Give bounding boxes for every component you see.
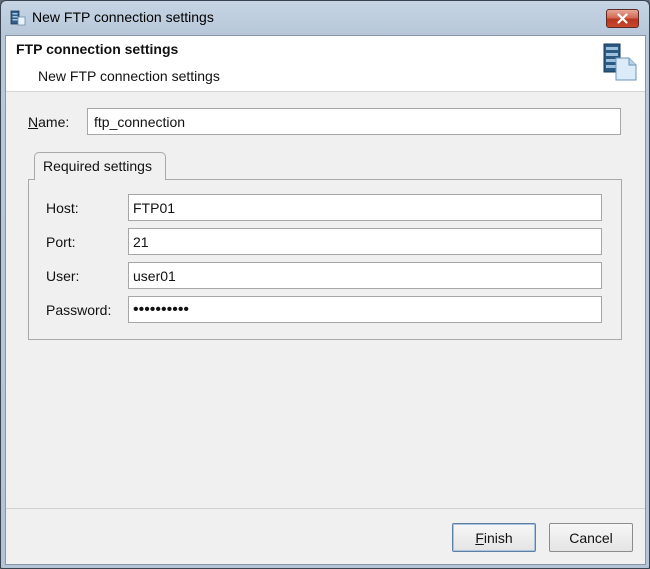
host-label: Host: (46, 200, 79, 216)
footer-divider (6, 508, 645, 509)
server-document-icon (603, 43, 637, 81)
port-input[interactable] (128, 228, 602, 255)
name-label-mnemonic: N (28, 114, 39, 130)
finish-mnemonic: F (475, 529, 484, 546)
name-label: Name: (28, 114, 69, 130)
required-settings-panel: Host: Port: User: Password: (28, 179, 622, 340)
user-label: User: (46, 268, 80, 284)
window-title: New FTP connection settings (32, 9, 214, 25)
app-icon (10, 10, 26, 26)
wizard-header: FTP connection settings New FTP connecti… (6, 36, 645, 92)
name-input[interactable] (87, 108, 621, 135)
user-input[interactable] (128, 262, 602, 289)
password-label: Password: (46, 302, 112, 318)
finish-button[interactable]: Finish (452, 523, 536, 552)
header-subtitle: New FTP connection settings (38, 68, 220, 84)
cancel-button[interactable]: Cancel (549, 523, 633, 552)
name-label-text: ame: (38, 114, 70, 130)
tab-required-settings[interactable]: Required settings (34, 152, 166, 180)
tab-label: Required settings (43, 158, 152, 174)
dialog-window: New FTP connection settings FTP connecti… (0, 0, 650, 569)
port-label: Port: (46, 234, 76, 250)
finish-label: inish (483, 529, 513, 546)
title-bar[interactable]: New FTP connection settings (1, 1, 649, 34)
password-input[interactable] (128, 296, 602, 323)
header-title: FTP connection settings (16, 41, 179, 57)
dialog-client-area: FTP connection settings New FTP connecti… (5, 35, 646, 565)
host-input[interactable] (128, 194, 602, 221)
close-button[interactable] (606, 9, 639, 28)
close-icon (617, 13, 628, 24)
